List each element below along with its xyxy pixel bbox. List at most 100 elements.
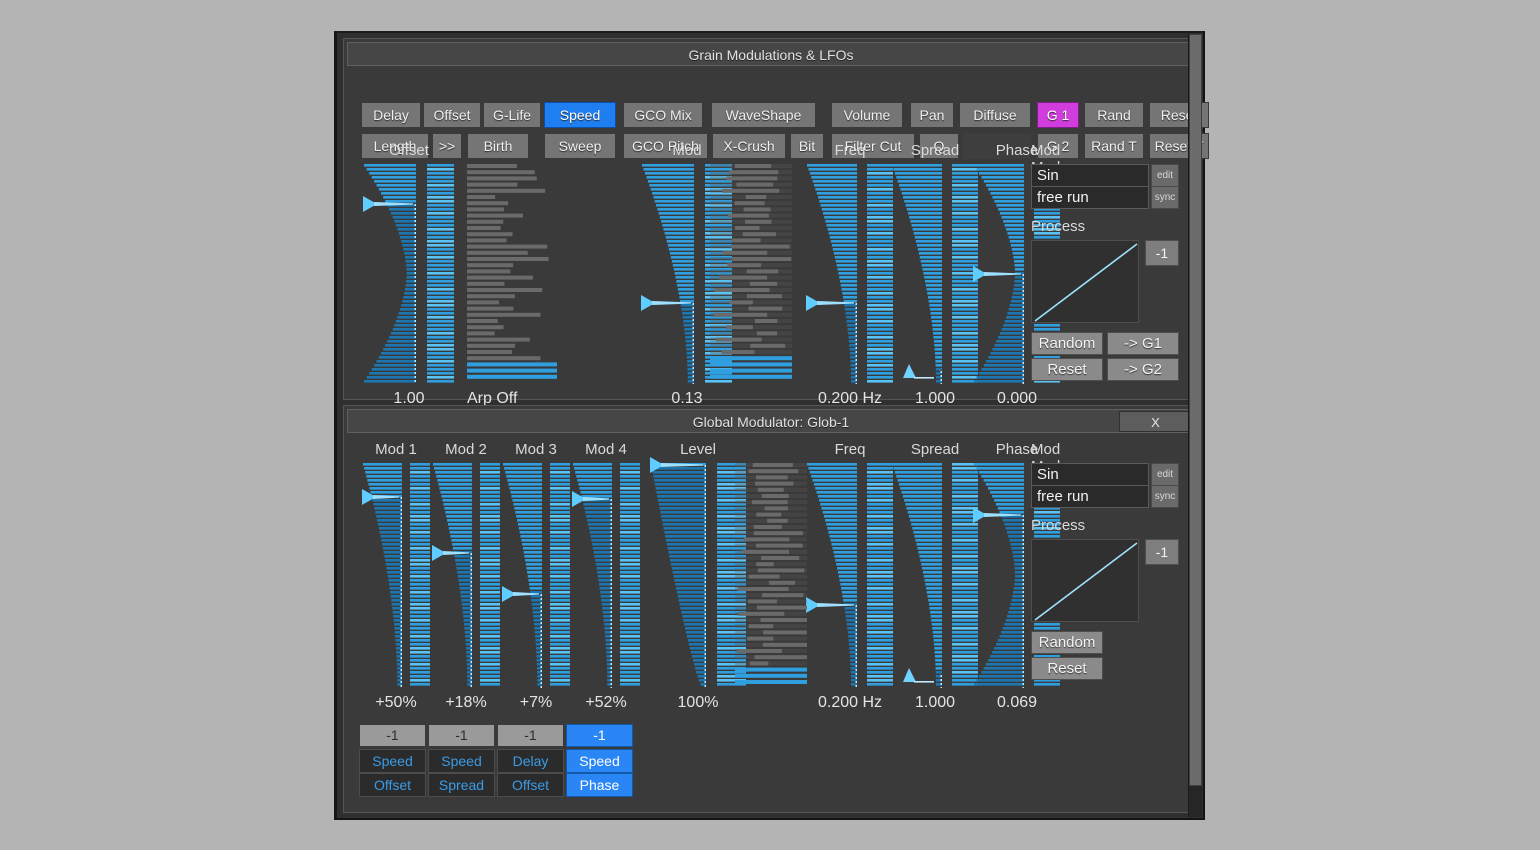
- assignment-amount-4[interactable]: -1: [566, 724, 633, 747]
- slider-mod1[interactable]: [362, 463, 430, 688]
- column-label-freq2: Freq: [834, 441, 866, 458]
- control-column-freq: Freq 0.200 Hz: [802, 142, 898, 414]
- mod-sync-button[interactable]: sync: [1151, 186, 1179, 209]
- slider-spread2[interactable]: [892, 463, 978, 688]
- mod-sync-button[interactable]: sync: [1151, 485, 1179, 508]
- assignment-target-b-4[interactable]: Phase: [566, 773, 633, 797]
- list-level-list[interactable]: [735, 463, 807, 688]
- mod-mode-button-g1[interactable]: -> G1: [1107, 332, 1179, 355]
- list-mod-list[interactable]: [710, 164, 792, 384]
- top-panel-body: Delay Offset G-Life Speed GCO Mix WaveShape Vo…: [347, 68, 1209, 407]
- control-column-mod2: Mod 2 +18%: [429, 441, 503, 718]
- close-button[interactable]: X: [1119, 411, 1192, 432]
- mod-shape-field[interactable]: Sin: [1031, 164, 1149, 187]
- slider-handle-mod3[interactable]: [499, 581, 544, 607]
- assignment-amount-2[interactable]: -1: [428, 724, 495, 747]
- slider-handle-mod2[interactable]: [429, 540, 474, 566]
- plugin-window: Grain Modulations & LFOs Delay Offset G-Li…: [334, 31, 1209, 820]
- column-label-offset: Offset: [389, 142, 429, 159]
- slider-level[interactable]: [650, 457, 746, 688]
- bottom-panel-body: Mod 1 +50% Mod 2 +18% Mod 3 +7% Mod 4 +52% Level…: [347, 435, 1195, 809]
- grain-modulations-panel: Grain Modulations & LFOs Delay Offset G-Li…: [343, 38, 1209, 407]
- slider-handle-freq[interactable]: [803, 290, 859, 316]
- assignment-target-b-1[interactable]: Offset: [359, 773, 426, 797]
- top-panel-title: Grain Modulations & LFOs: [347, 42, 1195, 66]
- slider-ladder-offset: [427, 164, 454, 383]
- process-curve-display[interactable]: [1031, 539, 1139, 622]
- assignment-target-b-3[interactable]: Offset: [497, 773, 564, 797]
- assignment-amount-1[interactable]: -1: [359, 724, 426, 747]
- slider-handle-freq2[interactable]: [803, 592, 859, 618]
- mod-mode-button-reset[interactable]: Reset: [1031, 358, 1103, 381]
- assignment-target-a-2[interactable]: Speed: [428, 749, 495, 773]
- toolbar-button-diffuse[interactable]: Diffuse: [959, 102, 1031, 128]
- slider-handle-mod[interactable]: [638, 290, 696, 316]
- mod-mode-button-random[interactable]: Random: [1031, 631, 1103, 654]
- slider-curve-spread2: [892, 463, 942, 688]
- mod-mode-button-reset[interactable]: Reset: [1031, 657, 1103, 680]
- toolbar-button-pan[interactable]: Pan: [910, 102, 954, 128]
- mod-shape-edit-button[interactable]: edit: [1151, 164, 1179, 187]
- toolbar-button-waveshape[interactable]: WaveShape: [711, 102, 816, 128]
- slider-handle-mod1[interactable]: [359, 484, 404, 510]
- toolbar-button-delay[interactable]: Delay: [361, 102, 421, 128]
- slider-curve-phase2: [974, 463, 1024, 688]
- mod-mode-button-g2[interactable]: -> G2: [1107, 358, 1179, 381]
- process-curve-display[interactable]: [1031, 240, 1139, 323]
- toolbar-button-g-1[interactable]: G 1: [1037, 102, 1079, 128]
- slider-handle-phase2[interactable]: [970, 502, 1026, 528]
- slider-spread[interactable]: [892, 164, 978, 384]
- slider-mod4[interactable]: [572, 463, 640, 688]
- assignment-target-a-1[interactable]: Speed: [359, 749, 426, 773]
- toolbar-button-rand[interactable]: Rand: [1084, 102, 1144, 128]
- scrollbar-thumb[interactable]: [1189, 34, 1202, 786]
- slider-curve-spread: [892, 164, 942, 384]
- column-value-level: 100%: [677, 694, 719, 711]
- control-column-mod1: Mod 1 +50%: [359, 441, 433, 718]
- slider-mod3[interactable]: [502, 463, 570, 688]
- slider-handle-spread[interactable]: [888, 358, 944, 384]
- process-depth-value[interactable]: -1: [1145, 240, 1179, 266]
- column-value-phase2: 0.069: [996, 694, 1038, 711]
- vertical-scrollbar[interactable]: [1188, 34, 1202, 817]
- assignment-target-a-3[interactable]: Delay: [497, 749, 564, 773]
- column-label-mod: Mod: [672, 142, 702, 159]
- process-depth-value[interactable]: -1: [1145, 539, 1179, 565]
- column-value-mod2: +18%: [445, 694, 487, 711]
- slider-curve-freq: [807, 164, 857, 384]
- slider-offset[interactable]: [363, 164, 454, 384]
- toolbar-button-gco-mix[interactable]: GCO Mix: [623, 102, 703, 128]
- slider-mod2[interactable]: [432, 463, 500, 688]
- mod-mode-button-random[interactable]: Random: [1031, 332, 1103, 355]
- slider-handle-phase[interactable]: [970, 261, 1026, 287]
- mod-sync-field[interactable]: free run: [1031, 485, 1149, 508]
- column-label-mod4: Mod 4: [585, 441, 627, 458]
- slider-ladder-mod2: [480, 463, 500, 686]
- toolbar-button-speed[interactable]: Speed: [544, 102, 616, 128]
- assignment-target-b-2[interactable]: Spread: [428, 773, 495, 797]
- slider-handle-level[interactable]: [647, 452, 708, 478]
- mod-shape-field[interactable]: Sin: [1031, 463, 1149, 486]
- toolbar-button-g-life[interactable]: G-Life: [483, 102, 541, 128]
- mod-shape-edit-button[interactable]: edit: [1151, 463, 1179, 486]
- slider-ladder-mod4: [620, 463, 640, 686]
- column-label-freq: Freq: [834, 142, 866, 159]
- mod-sync-field[interactable]: free run: [1031, 186, 1149, 209]
- toolbar-button-volume[interactable]: Volume: [831, 102, 903, 128]
- slider-handle-offset[interactable]: [360, 191, 418, 217]
- list-arp-list[interactable]: [467, 164, 557, 384]
- control-column-mod4: Mod 4 +52%: [569, 441, 643, 718]
- slider-freq2[interactable]: [806, 463, 893, 688]
- slider-handle-spread2[interactable]: [888, 662, 944, 688]
- slider-freq[interactable]: [806, 164, 893, 384]
- slider-curve-mod2: [433, 463, 472, 687]
- toolbar-button-offset[interactable]: Offset: [423, 102, 481, 128]
- column-label-mod2: Mod 2: [445, 441, 487, 458]
- slider-curve-mod3: [503, 463, 542, 688]
- assignment-amount-3[interactable]: -1: [497, 724, 564, 747]
- slider-handle-mod4[interactable]: [569, 486, 614, 512]
- assignment-target-a-4[interactable]: Speed: [566, 749, 633, 773]
- slider-curve-mod: [642, 164, 694, 384]
- slider-ladder-mod3: [550, 463, 570, 686]
- process-label: Process: [1031, 517, 1086, 534]
